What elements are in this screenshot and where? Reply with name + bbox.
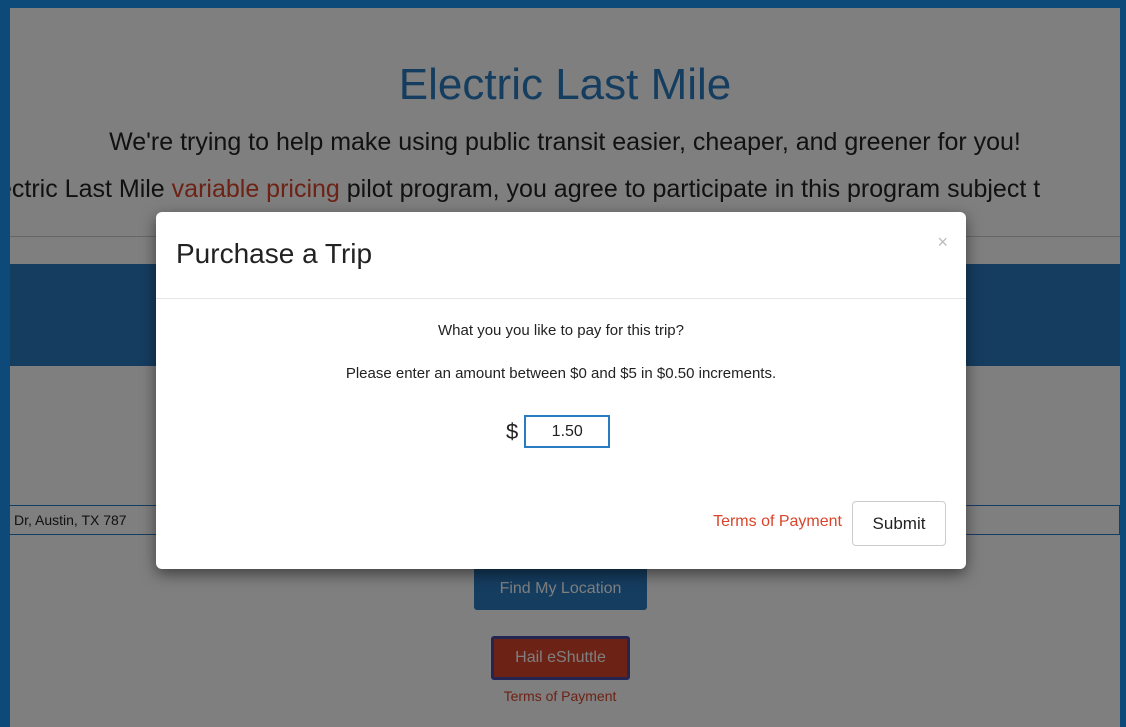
purchase-trip-modal: Purchase a Trip × What you you like to p… bbox=[156, 212, 966, 569]
amount-input[interactable] bbox=[524, 415, 611, 448]
payment-question: What you you like to pay for this trip? bbox=[438, 322, 684, 339]
submit-button[interactable]: Submit bbox=[852, 501, 946, 546]
modal-footer: Terms of Payment Submit bbox=[156, 499, 966, 549]
payment-instructions: Please enter an amount between $0 and $5… bbox=[345, 365, 777, 382]
modal-header: Purchase a Trip × bbox=[156, 212, 966, 299]
modal-backdrop: Purchase a Trip × What you you like to p… bbox=[0, 0, 1126, 727]
amount-row: $ bbox=[506, 415, 611, 448]
modal-title: Purchase a Trip bbox=[176, 238, 373, 269]
currency-symbol: $ bbox=[506, 418, 519, 444]
close-icon[interactable]: × bbox=[937, 232, 948, 253]
modal-terms-of-payment-link[interactable]: Terms of Payment bbox=[713, 513, 842, 531]
